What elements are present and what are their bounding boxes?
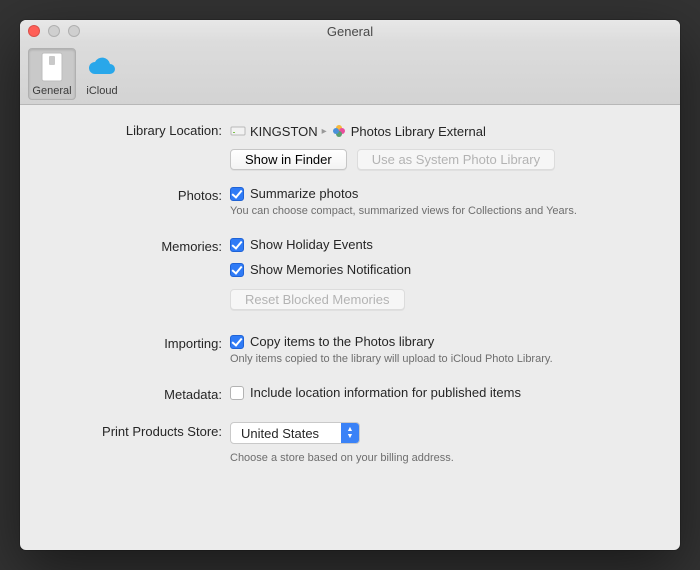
copy-items-label[interactable]: Copy items to the Photos library [250, 334, 434, 349]
breadcrumb-library: Photos Library External [351, 124, 486, 139]
memories-label: Memories: [40, 237, 230, 254]
photos-library-icon [331, 123, 347, 139]
titlebar: General [20, 20, 680, 42]
window-controls [28, 25, 80, 37]
content: Library Location: KINGSTON ▸ Photos Libr… [20, 105, 680, 550]
summarize-photos-checkbox[interactable] [230, 187, 244, 201]
use-as-system-library-button: Use as System Photo Library [357, 149, 555, 170]
drive-icon [230, 123, 246, 139]
general-icon [36, 51, 68, 83]
show-in-finder-button[interactable]: Show in Finder [230, 149, 347, 170]
show-holiday-events-checkbox[interactable] [230, 238, 244, 252]
metadata-label: Metadata: [40, 385, 230, 402]
preferences-window: General General iCloud Library Location: [20, 20, 680, 550]
zoom-icon [68, 25, 80, 37]
library-location-label: Library Location: [40, 121, 230, 138]
include-location-checkbox[interactable] [230, 386, 244, 400]
print-products-store-select[interactable]: United States ▲▼ [230, 422, 360, 444]
tab-general-label: General [32, 85, 71, 97]
tab-icloud[interactable]: iCloud [78, 48, 126, 100]
select-stepper-icon: ▲▼ [341, 423, 359, 443]
include-location-label[interactable]: Include location information for publish… [250, 385, 521, 400]
copy-items-checkbox[interactable] [230, 335, 244, 349]
importing-hint: Only items copied to the library will up… [230, 353, 553, 365]
close-icon[interactable] [28, 25, 40, 37]
chevron-right-icon: ▸ [322, 126, 327, 137]
minimize-icon [48, 25, 60, 37]
tab-icloud-label: iCloud [86, 85, 117, 97]
show-memories-notification-checkbox[interactable] [230, 263, 244, 277]
toolbar: General iCloud [20, 42, 680, 105]
tab-general[interactable]: General [28, 48, 76, 100]
print-products-store-hint: Choose a store based on your billing add… [230, 452, 454, 464]
summarize-photos-label[interactable]: Summarize photos [250, 186, 358, 201]
breadcrumb-volume: KINGSTON [250, 124, 318, 139]
reset-blocked-memories-button: Reset Blocked Memories [230, 289, 405, 310]
importing-label: Importing: [40, 334, 230, 351]
window-title: General [28, 24, 672, 39]
library-location-path: KINGSTON ▸ Photos Library External [230, 121, 486, 139]
print-products-store-value: United States [231, 426, 341, 441]
photos-label: Photos: [40, 186, 230, 203]
show-memories-notification-label[interactable]: Show Memories Notification [250, 262, 411, 277]
show-holiday-events-label[interactable]: Show Holiday Events [250, 237, 373, 252]
summarize-photos-hint: You can choose compact, summarized views… [230, 205, 577, 217]
icloud-icon [86, 51, 118, 83]
print-products-store-label: Print Products Store: [40, 422, 230, 439]
